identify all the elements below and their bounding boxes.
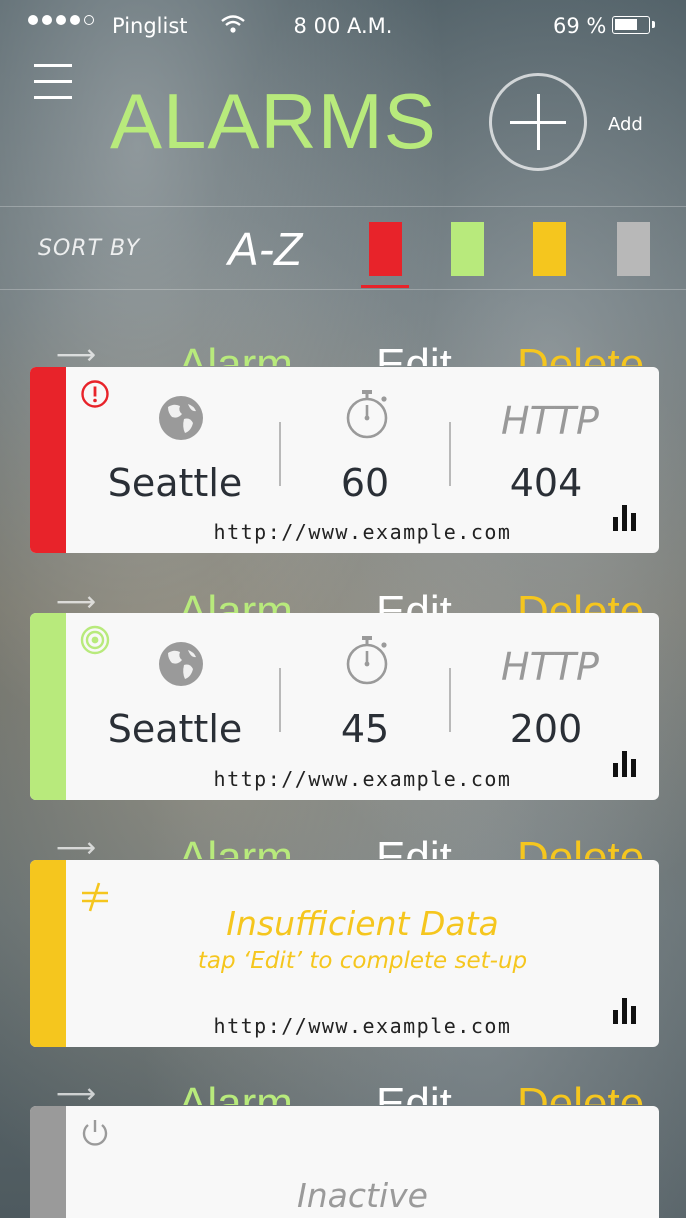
swipe-actions-row: ⟶ Alarm Edit Delete	[0, 583, 686, 613]
divider	[0, 206, 686, 207]
http-code-value: 404	[509, 461, 583, 505]
status-color-strip	[30, 613, 66, 800]
sort-az-button[interactable]: A-Z	[228, 222, 302, 276]
delete-action[interactable]: Delete	[517, 340, 644, 366]
edit-action[interactable]: Edit	[376, 833, 452, 859]
battery-percentage: 69 %	[553, 14, 607, 38]
chart-icon[interactable]	[613, 505, 637, 531]
edit-action[interactable]: Edit	[376, 1079, 452, 1105]
swipe-actions-row: ⟶ Alarm Edit Delete	[0, 336, 686, 366]
swipe-actions-row: ⟶ Alarm Edit Delete	[0, 829, 686, 859]
setup-hint: tap ‘Edit’ to complete set-up	[197, 948, 528, 974]
chart-icon[interactable]	[613, 751, 637, 777]
interval-value: 45	[340, 707, 390, 751]
alarm-card[interactable]: HTTP Seattle 60 404 http://www.example.c…	[30, 367, 659, 553]
edit-action[interactable]: Edit	[376, 340, 452, 366]
sort-red-filter[interactable]	[369, 222, 402, 276]
delete-action[interactable]: Delete	[517, 587, 644, 613]
interval-value: 60	[340, 461, 390, 505]
alarm-action[interactable]: Alarm	[178, 833, 293, 859]
http-label: HTTP	[501, 399, 599, 443]
power-icon	[82, 1120, 108, 1146]
add-alarm-button[interactable]	[489, 73, 587, 171]
status-color-strip	[30, 1106, 66, 1218]
sort-gray-filter[interactable]	[617, 222, 650, 276]
alarm-card[interactable]: Insufficient Data tap ‘Edit’ to complete…	[30, 860, 659, 1047]
status-color-strip	[30, 367, 66, 553]
menu-icon[interactable]	[34, 62, 72, 102]
arrow-right-icon: ⟶	[56, 338, 97, 366]
delete-action[interactable]: Delete	[517, 833, 644, 859]
sort-selected-indicator	[361, 285, 409, 288]
divider	[0, 289, 686, 290]
chart-icon[interactable]	[613, 998, 637, 1024]
add-label: Add	[608, 114, 643, 135]
target-ok-icon	[80, 625, 110, 655]
alarm-action[interactable]: Alarm	[178, 340, 293, 366]
stopwatch-icon	[346, 390, 388, 439]
location-value: Seattle	[107, 461, 243, 505]
page-title: ALARMS	[110, 77, 437, 165]
url-text: http://www.example.com	[213, 767, 512, 791]
alarm-card[interactable]: Inactive	[30, 1106, 659, 1218]
edit-action[interactable]: Edit	[376, 587, 452, 613]
status-bar: Pinglist 8 00 A.M. 69 %	[0, 0, 686, 52]
battery-icon	[612, 16, 655, 34]
sort-by-label: SORT BY	[38, 236, 141, 261]
error-icon	[81, 380, 109, 408]
status-color-strip	[30, 860, 66, 1047]
inactive-message: Inactive	[297, 1176, 428, 1215]
stopwatch-icon	[346, 636, 388, 685]
insufficient-data-message: Insufficient Data	[226, 904, 499, 943]
delete-action[interactable]: Delete	[517, 1079, 644, 1105]
url-text: http://www.example.com	[213, 1014, 512, 1038]
arrow-right-icon: ⟶	[56, 831, 97, 859]
http-label: HTTP	[501, 645, 599, 689]
globe-icon	[159, 642, 203, 686]
sort-yellow-filter[interactable]	[533, 222, 566, 276]
location-value: Seattle	[107, 707, 243, 751]
swipe-actions-row: ⟶ Alarm Edit Delete	[0, 1075, 686, 1105]
globe-icon	[159, 396, 203, 440]
alarm-action[interactable]: Alarm	[178, 587, 293, 613]
arrow-right-icon: ⟶	[56, 1077, 97, 1105]
alarm-action[interactable]: Alarm	[178, 1079, 293, 1105]
http-code-value: 200	[509, 707, 583, 751]
sort-green-filter[interactable]	[451, 222, 484, 276]
alarm-card[interactable]: HTTP Seattle 45 200 http://www.example.c…	[30, 613, 659, 800]
arrow-right-icon: ⟶	[56, 585, 97, 613]
url-text: http://www.example.com	[213, 520, 512, 544]
